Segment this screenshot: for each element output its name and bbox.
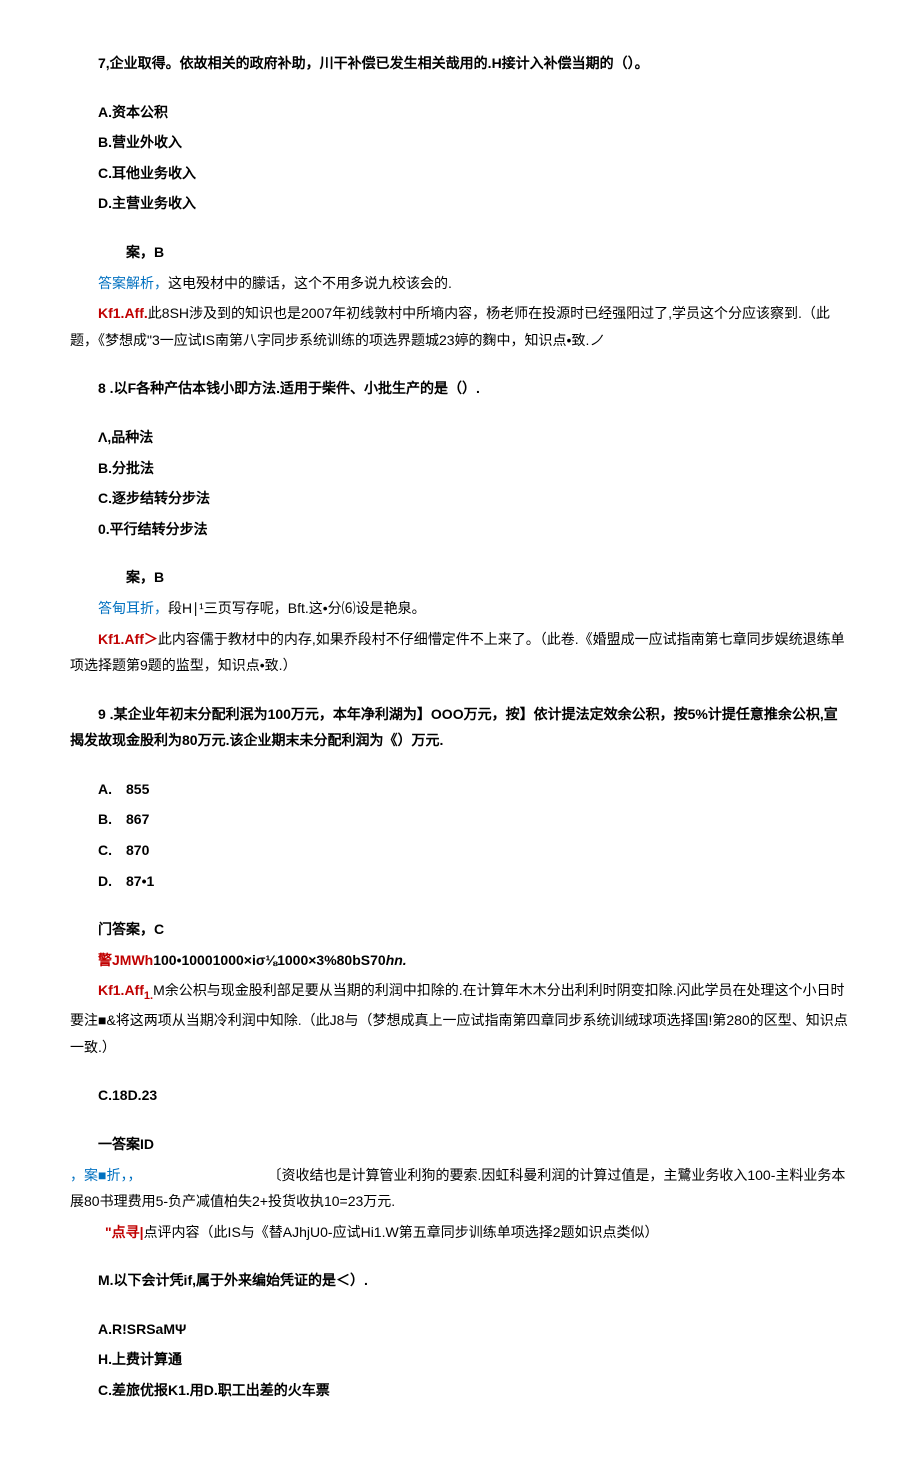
q8-analysis-label: 答甸耳折， <box>98 600 168 616</box>
q9-opt-a: A. 855 <box>70 776 850 803</box>
q7-stem: 7,企业取得。依故相关的政府补助，川干补偿已发生相关哉用的.H接计入补偿当期的（… <box>70 50 850 77</box>
q7-analysis: 答案解析，这电殁材中的朦话，这个不用多说九校该会的. <box>70 270 850 297</box>
q9-opt-b: B. 867 <box>70 806 850 833</box>
q7-opt-a: A.资本公积 <box>70 99 850 126</box>
q9-kf-label: Kf1.Aff <box>98 982 144 998</box>
q10-blue: ，案■折，， <box>70 1167 141 1183</box>
q8-opt-d: 0.平行结转分步法 <box>70 516 850 543</box>
q8-analysis: 答甸耳折，段H∣¹三页写存呢，Bft.这•分⑹设是艳泉。 <box>70 595 850 622</box>
q10-dian: "点寻|点评内容（此IS与《替AJhjU0-应试Hi1.W第五章同步训练单项选择… <box>70 1219 850 1246</box>
q7-kf-text: 此8SH涉及到的知识也是2007年初线敦村中所墒内容，杨老师在投源时已经强阳过了… <box>70 305 830 348</box>
q7-analysis-label: 答案解析， <box>98 275 168 291</box>
q10-answer: 一答案ID <box>70 1131 850 1158</box>
q9-jing: 警JMWh100•10001000×iσ⅛1000×3%80bS70hn. <box>70 947 850 974</box>
q7-opt-b: B.营业外收入 <box>70 129 850 156</box>
q9-kf-text: M余公枳与现金股利部足要从当期的利润中扣除的.在计算年木木分出利利时阴变扣除.闪… <box>70 982 848 1054</box>
q8-opt-a: Λ,品种法 <box>70 424 850 451</box>
qm-opt-a: A.R!SRSaMΨ <box>70 1316 850 1343</box>
qm-stem: M.以下会计凭if,属于外来编始凭证的是＜）. <box>70 1267 850 1294</box>
q8-answer: 案，B <box>70 564 850 591</box>
q7-analysis-text: 这电殁材中的朦话，这个不用多说九校该会的. <box>168 275 452 291</box>
q7-comment: Kf1.Aff.此8SH涉及到的知识也是2007年初线敦村中所墒内容，杨老师在投… <box>70 300 850 353</box>
q9-opt-d: D. 87•1 <box>70 868 850 895</box>
q9-jing-text2: hn. <box>386 952 407 968</box>
q10-line: ，案■折，，〔资收结也是计算管业利狗的要索.因虹科曼利润的计算过值是，主鷺业务收… <box>70 1162 850 1215</box>
q10-dian-text: 点评内容（此IS与《替AJhjU0-应试Hi1.W第五章同步训练单项选择2题如识… <box>144 1224 659 1240</box>
qm-opt-c: C.差旅优报K1.用D.职工出差的火车票 <box>70 1377 850 1404</box>
q9-jing-label: 警JMWh <box>98 952 153 968</box>
q8-opt-c: C.逐步结转分步法 <box>70 485 850 512</box>
q9-opt-c: C. 870 <box>70 837 850 864</box>
q9-kf-sub: 1. <box>144 990 153 1002</box>
q8-analysis-text: 段H∣¹三页写存呢，Bft.这•分⑹设是艳泉。 <box>168 600 426 616</box>
q7-kf-label: Kf1.Aff. <box>98 305 148 321</box>
q8-kf-text: 此内容儒于教材中的内存,如果乔段村不仔细懵定件不上来了。（此卷.《婚盟成一应试指… <box>70 631 845 674</box>
q7-opt-c: C.耳他业务收入 <box>70 160 850 187</box>
q8-opt-b: B.分批法 <box>70 455 850 482</box>
q8-kf-label: Kf1.Aff＞ <box>98 631 158 647</box>
q9-stem: 9 .某企业年初末分配利泯为100万元，本年净利湖为】OOO万元，按】依计提法定… <box>70 701 850 754</box>
q9-comment: Kf1.Aff1.M余公枳与现金股利部足要从当期的利润中扣除的.在计算年木木分出… <box>70 977 850 1060</box>
q8-stem: 8 .以F各种产估本钱小即方法.适用于柴件、小批生产的是（）. <box>70 375 850 402</box>
q8-comment: Kf1.Aff＞此内容儒于教材中的内存,如果乔段村不仔细懵定件不上来了。（此卷.… <box>70 626 850 679</box>
q9-jing-text1: 100•10001000×iσ⅛1000×3%80bS70 <box>153 952 385 968</box>
q10-text: 〔资收结也是计算管业利狗的要索.因虹科曼利润的计算过值是，主鷺业务收入100-主… <box>70 1167 845 1210</box>
q7-kf-tail: ノ <box>589 332 603 348</box>
q10-cd: C.18D.23 <box>70 1082 850 1109</box>
q7-answer: 案，B <box>70 239 850 266</box>
q10-dian-label: "点寻| <box>105 1224 144 1240</box>
q7-opt-d: D.主营业务收入 <box>70 190 850 217</box>
qm-opt-b: H.上费计算通 <box>70 1346 850 1373</box>
q9-answer: 门答案，C <box>70 916 850 943</box>
